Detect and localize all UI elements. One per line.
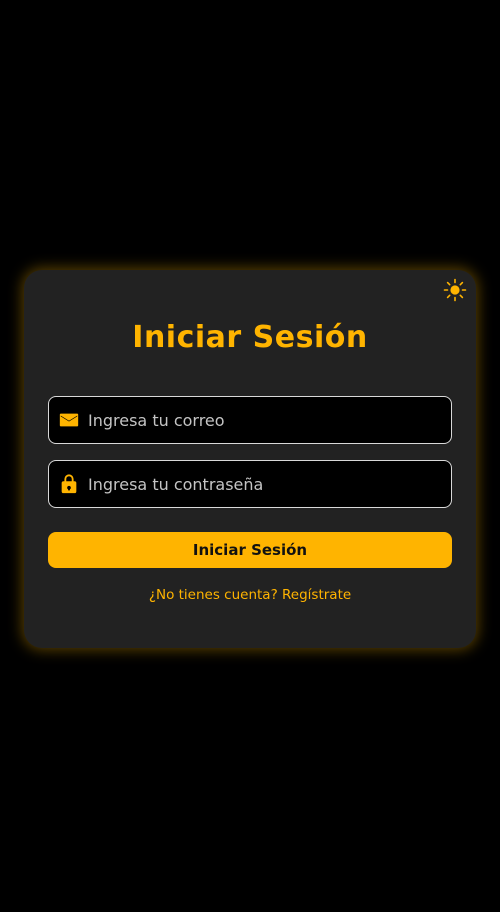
email-input[interactable]	[88, 397, 451, 443]
login-button[interactable]: Iniciar Sesión	[48, 532, 452, 568]
email-field[interactable]	[48, 396, 452, 444]
password-input[interactable]	[88, 461, 451, 507]
login-card: Iniciar Sesión Iniciar Sesión ¿No tienes…	[24, 270, 476, 648]
lock-icon	[58, 473, 80, 495]
mail-icon	[58, 409, 80, 431]
sun-icon	[443, 278, 467, 302]
register-link[interactable]: ¿No tienes cuenta? Regístrate	[24, 587, 476, 603]
theme-toggle-button[interactable]	[442, 277, 468, 303]
page-title: Iniciar Sesión	[132, 320, 368, 355]
password-field[interactable]	[48, 460, 452, 508]
